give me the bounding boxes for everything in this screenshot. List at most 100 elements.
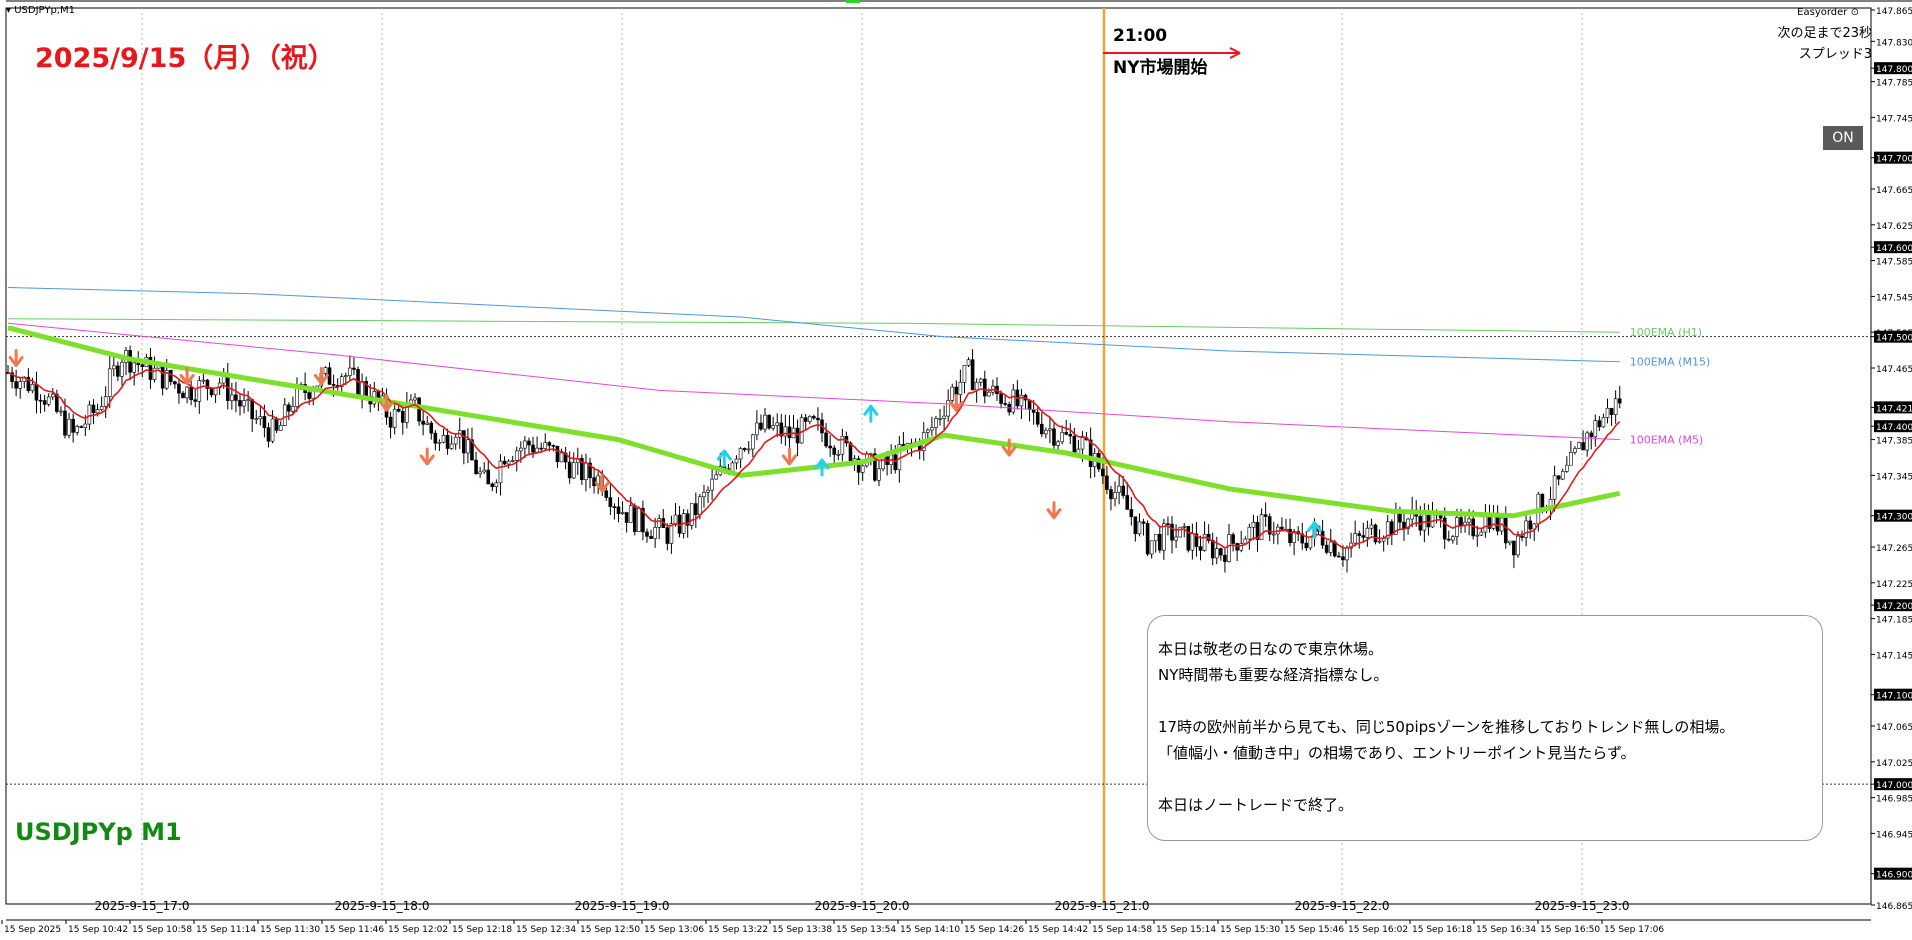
candle-body [620,512,625,515]
candle-body [755,422,759,436]
candle-body [1052,428,1056,446]
candle-body [1198,546,1203,551]
ny-open-label: NY市場開始 [1113,58,1208,78]
candle-body [1308,536,1313,549]
candle-body [95,409,100,414]
x-tick-label: 15 Sep 12:02 [388,925,448,935]
candle-body [787,426,792,439]
candle-body [812,416,816,419]
candle-body [1251,521,1256,528]
candle-body [1003,403,1007,405]
candle-body [230,394,234,401]
candle-body [1516,535,1520,556]
candle-body [75,426,79,433]
candle-body [746,448,751,451]
candle-body [1133,516,1138,535]
y-tick-label: 147.345 [1876,472,1912,482]
candle-body [974,381,979,391]
candle-body [1166,523,1170,525]
candle-body [1129,509,1134,518]
candle-body [1345,547,1349,561]
candle-body [91,404,96,414]
candle-body [954,386,959,395]
candle-body [1105,475,1109,490]
y-tick-label: 147.830 [1876,38,1912,48]
x-tick-label: 15 Sep 13:38 [772,925,832,935]
candle-body [1552,475,1557,500]
note-line [1158,766,1812,792]
candle-body [1577,442,1581,449]
candle-body [1337,555,1341,558]
x-tick-label: 15 Sep 10:58 [132,925,192,935]
candle-body [152,367,157,380]
candle-body [234,394,238,401]
candle-body [1186,526,1191,551]
settings-icon[interactable]: ⊙ [1851,7,1859,18]
candle-body [531,444,535,453]
candle-body [1613,398,1618,415]
candle-body [1361,535,1366,538]
x-tick-label: 15 Sep 12:18 [452,925,512,935]
candle-body [848,442,853,464]
candle-body [1565,464,1569,472]
y-tick-label: 147.225 [1876,580,1912,590]
easyorder-label[interactable]: Easyorder ⊙ [1797,7,1859,18]
candle-body [1569,452,1573,466]
candle-body [1227,534,1231,562]
candle-body [1597,420,1602,428]
y-tick-label: 146.865 [1876,902,1912,912]
candle-body [1158,533,1162,551]
candle-body [160,365,165,389]
candle-body [177,383,181,394]
y-tick-label: 147.600 [1876,244,1912,254]
candle-body [1121,485,1125,496]
candle-body [1451,536,1455,541]
candle-body [50,393,55,398]
candle-body [437,441,442,444]
session-label: 2025-9-15_17:0 [94,899,189,913]
candle-body [1390,521,1394,535]
candle-body [1210,540,1215,559]
candle-body [1556,475,1561,480]
candle-body [116,365,120,377]
candle-body [592,477,596,487]
x-tick-label: 15 Sep 16:34 [1476,925,1536,935]
x-tick-label: 15 Sep 13:54 [836,925,896,935]
session-label: 2025-9-15_20:0 [814,899,909,913]
candle-body [612,506,617,508]
y-tick-label: 147.185 [1876,616,1912,626]
candle-body [637,507,641,532]
candle-body [466,439,470,454]
y-tick-label: 147.385 [1876,437,1912,447]
candle-body [1190,533,1195,551]
buy-arrow-icon [814,458,830,477]
candle-body [59,410,63,413]
y-tick-label: 147.100 [1876,692,1912,702]
candle-body [71,418,75,433]
candle-body [938,418,942,420]
candle-body [34,383,39,401]
candle-body [209,388,214,396]
candle-body [1369,524,1374,529]
candle-body [1324,544,1329,553]
y-tick-label: 147.700 [1876,155,1912,165]
candle-body [132,362,136,373]
candle-body [584,462,588,480]
candle-body [1125,495,1130,510]
candle-body [1068,433,1073,437]
candle-body [413,397,417,401]
date-title: 2025/9/15（月）（祝） [35,43,335,74]
session-label: 2025-9-15_21:0 [1054,899,1149,913]
candle-body [1101,468,1105,477]
candle-body [1609,407,1614,415]
candle-body [987,391,991,397]
candle-body [392,408,397,428]
candle-body [1508,540,1512,544]
candle-body [807,416,812,422]
candle-body [1039,423,1044,435]
candle-body [453,436,458,445]
candle-body [262,416,267,428]
candle-body [197,380,202,402]
on-toggle-button[interactable]: ON [1823,126,1863,150]
candle-body [535,447,539,453]
